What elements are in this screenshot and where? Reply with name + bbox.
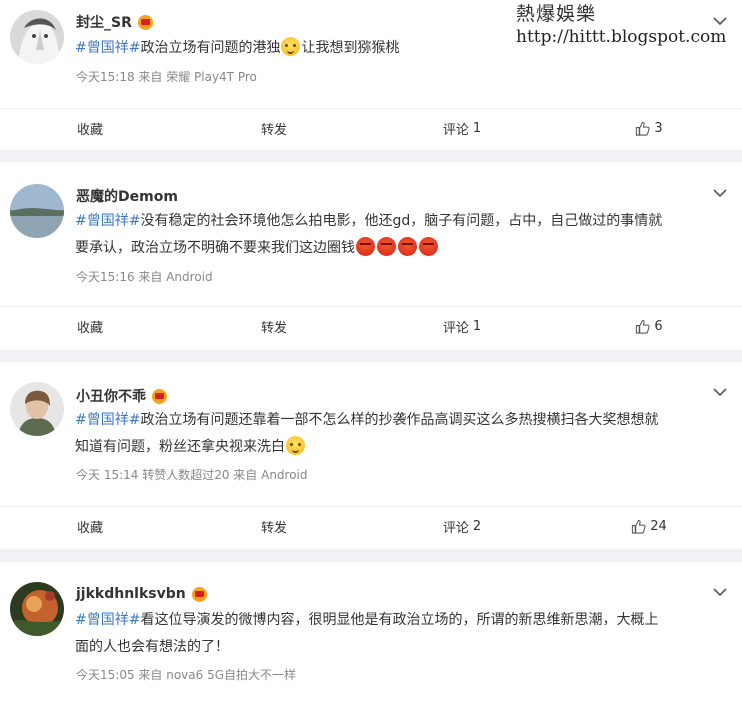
emoji-angry-icon (419, 237, 438, 256)
action-bar: 收藏 转发 评论 1 6 (0, 306, 742, 346)
post-text: #曾国祥#没有稳定的社会环境他怎么拍电影，他还gd，脑子有问题，占中，自己做过的… (75, 208, 715, 262)
post-card: 小丑你不乖 #曾国祥#政治立场有问题还靠着一部不怎么样的抄袭作品高调买这么多热搜… (0, 362, 742, 549)
comment-button[interactable]: 评论 2 (368, 506, 556, 546)
post-text-part: 面的人也会有想法的了！ (75, 639, 229, 655)
thumbs-up-icon (632, 519, 646, 534)
username-text[interactable]: 恶魔的Demom (76, 186, 178, 206)
like-button[interactable]: 24 (556, 506, 742, 546)
avatar[interactable] (10, 184, 64, 238)
post-text-part: 让我想到猕猴桃 (301, 40, 400, 56)
post-meta: 今天15:05 来自 nova6 5G自拍大不一样 (76, 668, 296, 682)
vip-badge-icon (152, 388, 167, 404)
post-text: #曾国祥#政治立场有问题的港独 让我想到猕猴桃 (75, 35, 715, 62)
action-bar: 收藏 转发 评论 1 3 (0, 108, 742, 148)
post-text-part: 政治立场有问题的港独 (140, 40, 281, 56)
vip-badge-icon (137, 14, 153, 30)
favorite-label: 收藏 (76, 520, 103, 536)
post-card: 恶魔的Demom #曾国祥#没有稳定的社会环境他怎么拍电影，他还gd，脑子有问题… (0, 162, 742, 350)
post-text-part: 看这位导演发的微博内容，很明显他是有政治立场的，所谓的新思维新思潮，大概上 (140, 612, 659, 628)
comment-button[interactable]: 评论 1 (368, 306, 556, 346)
post-meta: 今天15:18 来自 荣耀 Play4T Pro (76, 70, 257, 84)
thumbs-up-icon (636, 319, 650, 334)
forward-label: 转发 (260, 520, 287, 536)
chevron-down-icon[interactable] (712, 185, 728, 201)
chevron-down-icon[interactable] (712, 384, 728, 400)
vip-badge-icon (191, 586, 207, 602)
like-button[interactable]: 3 (556, 108, 742, 148)
comment-count: 1 (472, 318, 482, 334)
avatar[interactable] (10, 582, 64, 636)
post-text-part: 知道有问题，粉丝还拿央视来洗白 (75, 439, 285, 455)
forward-label: 转发 (260, 320, 287, 336)
favorite-label: 收藏 (76, 122, 103, 138)
username[interactable]: 恶魔的Demom (76, 186, 178, 206)
username[interactable]: 小丑你不乖 (76, 386, 167, 406)
like-count: 3 (654, 120, 663, 136)
post-text-part: 政治立场有问题还靠着一部不怎么样的抄袭作品高调买这么多热搜横扫各大奖想想就 (140, 412, 659, 428)
topic-link[interactable]: #曾国祥# (75, 412, 140, 428)
like-count: 6 (654, 318, 663, 334)
emoji-cry-icon (286, 436, 305, 455)
emoji-angry-icon (377, 237, 396, 256)
username-text[interactable]: jjkkdhnlksvbn (76, 586, 186, 602)
comment-label: 评论 (442, 122, 469, 138)
post-meta: 今天15:16 来自 Android (76, 270, 213, 284)
post-card: jjkkdhnlksvbn #曾国祥#看这位导演发的微博内容，很明显他是有政治立… (0, 562, 742, 704)
thumbs-up-icon (636, 121, 650, 136)
favorite-label: 收藏 (76, 320, 103, 336)
avatar[interactable] (10, 10, 64, 64)
favorite-button[interactable]: 收藏 (0, 108, 180, 148)
emoji-angry-icon (356, 237, 375, 256)
post-text: #曾国祥#政治立场有问题还靠着一部不怎么样的抄袭作品高调买这么多热搜横扫各大奖想… (75, 407, 715, 461)
comment-label: 评论 (442, 520, 469, 536)
post-text-part: 要承认，政治立场不明确不要来我们这边圈钱 (75, 240, 355, 256)
username[interactable]: jjkkdhnlksvbn (76, 586, 207, 602)
comment-feed: 封尘_SR #曾国祥#政治立场有问题的港独 让我想到猕猴桃 今天15:18 来自 … (0, 0, 742, 704)
action-bar: 收藏 转发 评论 2 24 (0, 506, 742, 546)
comment-count: 2 (472, 518, 482, 534)
post-text: #曾国祥#看这位导演发的微博内容，很明显他是有政治立场的，所谓的新思维新思潮，大… (75, 607, 715, 661)
forward-button[interactable]: 转发 (180, 306, 368, 346)
post-text-part: 没有稳定的社会环境他怎么拍电影，他还gd，脑子有问题，占中，自己做过的事情就 (140, 213, 663, 229)
username[interactable]: 封尘_SR (76, 12, 153, 32)
chevron-down-icon[interactable] (712, 13, 728, 29)
avatar[interactable] (10, 382, 64, 436)
post-meta: 今天 15:14 转赞人数超过20 来自 Android (76, 468, 308, 482)
like-count: 24 (650, 518, 667, 534)
username-text[interactable]: 封尘_SR (76, 12, 132, 32)
forward-button[interactable]: 转发 (180, 506, 368, 546)
favorite-button[interactable]: 收藏 (0, 306, 180, 346)
topic-link[interactable]: #曾国祥# (75, 612, 140, 628)
topic-link[interactable]: #曾国祥# (75, 40, 140, 56)
forward-label: 转发 (260, 122, 287, 138)
comment-label: 评论 (442, 320, 469, 336)
topic-link[interactable]: #曾国祥# (75, 213, 140, 229)
username-text[interactable]: 小丑你不乖 (76, 386, 146, 406)
emoji-cry-icon (281, 37, 301, 56)
emoji-angry-icon (398, 237, 417, 256)
comment-button[interactable]: 评论 1 (368, 108, 556, 148)
chevron-down-icon[interactable] (712, 584, 728, 600)
like-button[interactable]: 6 (556, 306, 742, 346)
comment-count: 1 (472, 120, 482, 136)
post-card: 封尘_SR #曾国祥#政治立场有问题的港独 让我想到猕猴桃 今天15:18 来自 … (0, 0, 742, 150)
favorite-button[interactable]: 收藏 (0, 506, 180, 546)
forward-button[interactable]: 转发 (180, 108, 368, 148)
